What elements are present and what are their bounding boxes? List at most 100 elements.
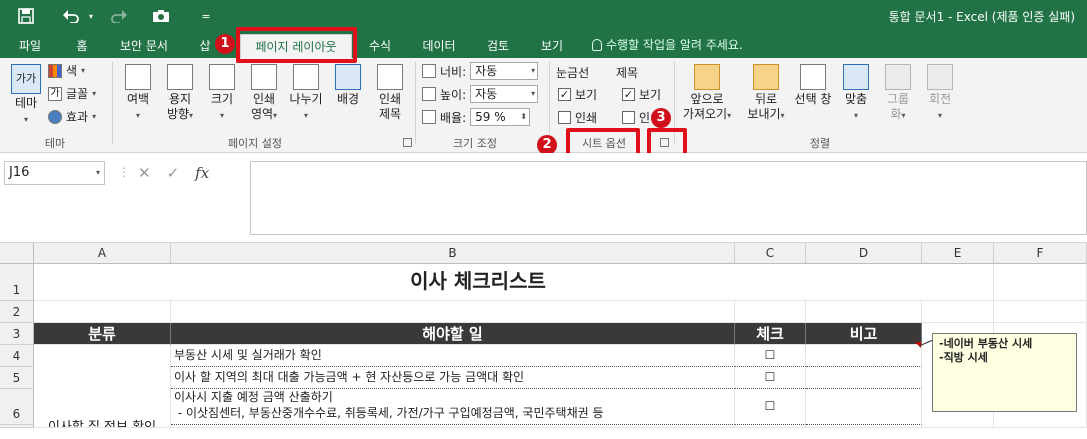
cell-e1[interactable] <box>922 264 994 301</box>
note-row-4[interactable] <box>806 345 922 367</box>
save-icon[interactable] <box>16 6 36 26</box>
theme-fonts-button[interactable]: 가 글꼴 ▾ <box>48 85 96 102</box>
cell-e2[interactable] <box>922 301 994 323</box>
cancel-icon[interactable]: ✕ <box>138 164 151 182</box>
group-separator <box>112 62 113 144</box>
row-header-1[interactable]: 1 <box>0 264 34 301</box>
header-check[interactable]: 체크 <box>735 323 806 345</box>
tab-home[interactable]: 홈 <box>66 36 98 58</box>
theme-effects-button[interactable]: 효과 ▾ <box>48 108 96 125</box>
tab-file[interactable]: 파일 <box>10 36 50 58</box>
checkbox-unchecked-icon <box>622 111 635 124</box>
theme-colors-button[interactable]: 색 ▾ <box>48 62 85 79</box>
scale-spinner[interactable]: 59 % ⬍ <box>470 108 531 126</box>
checkbox-row-5[interactable]: ☐ <box>735 367 806 389</box>
row-header-4[interactable]: 4 <box>0 345 34 367</box>
row-header-6[interactable]: 6 <box>0 389 34 425</box>
group-objects-label-1: 그룹 <box>886 92 910 106</box>
send-backward-button[interactable]: 뒤로 보내기▾ <box>740 64 792 123</box>
margins-button[interactable]: 여백 ▾ <box>118 64 158 123</box>
cell-f1[interactable] <box>994 264 1087 301</box>
cell-f2[interactable] <box>994 301 1087 323</box>
column-header-d[interactable]: D <box>806 243 922 264</box>
height-label: 높이: <box>440 87 467 102</box>
column-header-c[interactable]: C <box>735 243 806 264</box>
select-all-corner[interactable] <box>0 243 34 264</box>
comment-box[interactable]: -네이버 부동산 시세 -직방 시세 <box>932 333 1077 412</box>
row-header-3[interactable]: 3 <box>0 323 34 345</box>
header-task[interactable]: 해야할 일 <box>171 323 735 345</box>
tell-me-box[interactable]: 수행할 작업을 알려 주세요. <box>592 36 743 53</box>
scale-setting: 배율: 59 % ⬍ <box>422 108 531 126</box>
breaks-button[interactable]: 나누기 ▾ <box>286 64 326 123</box>
tab-review[interactable]: 검토 <box>478 36 518 58</box>
name-box-dropdown-icon[interactable]: ▾ <box>96 162 100 184</box>
header-category[interactable]: 분류 <box>34 323 171 345</box>
insert-function-icon[interactable]: fx <box>195 164 209 182</box>
camera-icon[interactable] <box>150 6 172 26</box>
headings-print-label: 인 <box>639 111 651 125</box>
task-row-6[interactable]: 이사시 지출 예정 금액 산출하기 - 이삿짐센터, 부동산중개수수료, 취등록… <box>171 389 735 425</box>
header-note[interactable]: 비고 <box>806 323 922 345</box>
checkbox-row-6[interactable]: ☐ <box>735 389 806 425</box>
cell-a2[interactable] <box>34 301 171 323</box>
column-header-e[interactable]: E <box>922 243 994 264</box>
checkbox-unchecked-icon <box>558 111 571 124</box>
height-dropdown[interactable]: 자동 ▾ <box>470 85 539 103</box>
task-row-4[interactable]: 부동산 시세 및 실거래가 확인 <box>171 345 735 367</box>
comment-line-2: -직방 시세 <box>939 351 988 364</box>
orientation-button[interactable]: 용지 방향▾ <box>160 64 200 123</box>
formula-input[interactable] <box>250 161 1087 235</box>
tab-data[interactable]: 데이터 <box>414 36 464 58</box>
size-button[interactable]: 크기 ▾ <box>202 64 242 123</box>
print-area-button[interactable]: 인쇄 영역▾ <box>244 64 284 123</box>
task-row-5[interactable]: 이사 할 지역의 최대 대출 가능금액 + 현 자산등으로 가능 금액대 확인 <box>171 367 735 389</box>
tab-page-layout[interactable]: 페이지 레이아웃 <box>240 34 352 58</box>
note-row-6[interactable] <box>806 389 922 425</box>
gridlines-print-checkbox[interactable]: 인쇄 <box>558 109 597 126</box>
sheet-options-launcher-icon[interactable] <box>660 138 669 147</box>
width-value: 자동 <box>475 64 498 78</box>
cell-b2[interactable] <box>171 301 735 323</box>
cell-d2[interactable] <box>806 301 922 323</box>
page-setup-launcher-icon[interactable] <box>403 138 412 147</box>
background-button[interactable]: 배경 <box>328 64 368 107</box>
width-setting: 너비: 자동 ▾ <box>422 62 539 80</box>
tab-protect-document[interactable]: 보안 문서 <box>108 36 180 58</box>
group-separator <box>549 62 550 144</box>
headings-print-checkbox[interactable]: 인 <box>622 109 650 126</box>
tab-formulas[interactable]: 수식 <box>362 36 398 58</box>
theme-fonts-label: 글꼴 <box>66 87 89 101</box>
customize-qat-icon[interactable]: = <box>200 6 212 26</box>
enter-icon[interactable]: ✓ <box>167 164 180 182</box>
column-header-f[interactable]: F <box>994 243 1087 264</box>
tab-view[interactable]: 보기 <box>532 36 572 58</box>
undo-icon[interactable] <box>58 6 84 26</box>
selection-pane-button[interactable]: 선택 창 <box>790 64 836 107</box>
note-row-5[interactable] <box>806 367 922 389</box>
column-header-b[interactable]: B <box>171 243 735 264</box>
tell-me-text: 수행할 작업을 알려 주세요. <box>606 38 743 52</box>
themes-button[interactable]: 가가 테마 ▾ <box>8 64 44 127</box>
gridlines-title: 눈금선 <box>556 64 589 81</box>
column-header-a[interactable]: A <box>34 243 171 264</box>
row-header-5[interactable]: 5 <box>0 367 34 389</box>
undo-dropdown-icon[interactable]: ▾ <box>86 6 96 26</box>
row-header-2[interactable]: 2 <box>0 301 34 323</box>
checkbox-row-4[interactable]: ☐ <box>735 345 806 367</box>
sheet-title-cell[interactable]: 이사 체크리스트 <box>34 264 922 301</box>
headings-view-checkbox[interactable]: ✓ 보기 <box>622 86 661 103</box>
print-area-icon <box>251 64 277 90</box>
bring-forward-button[interactable]: 앞으로 가져오기▾ <box>678 64 736 123</box>
group-separator <box>674 62 675 144</box>
align-button[interactable]: 맞춤 ▾ <box>838 64 874 123</box>
redo-icon <box>106 6 132 26</box>
rotate-button: 회전 ▾ <box>922 64 958 123</box>
print-titles-button[interactable]: 인쇄 제목 <box>370 64 410 122</box>
width-dropdown[interactable]: 자동 ▾ <box>470 62 539 80</box>
gridlines-view-checkbox[interactable]: ✓ 보기 <box>558 86 597 103</box>
gridlines-print-label: 인쇄 <box>575 111 598 125</box>
cell-c2[interactable] <box>735 301 806 323</box>
category-cell[interactable]: 이사할 집 정보 확인 <box>34 345 171 428</box>
name-box[interactable]: J16 ▾ <box>4 161 105 185</box>
